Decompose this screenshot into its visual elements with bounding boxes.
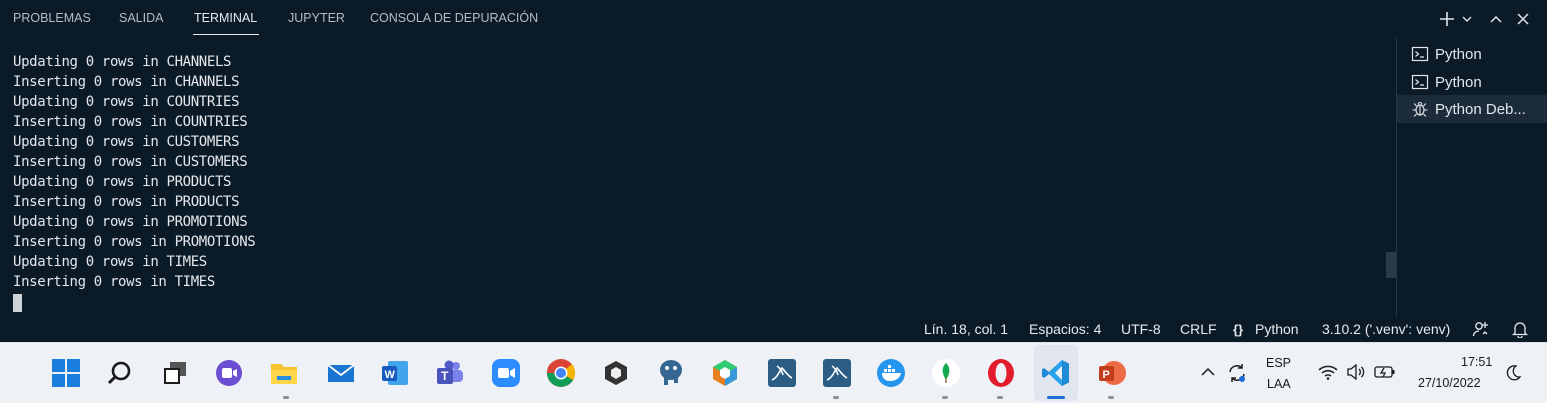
mail-icon[interactable] <box>325 357 357 389</box>
terminal-line: Inserting 0 rows in CHANNELS <box>13 74 240 90</box>
vscode-icon[interactable] <box>1040 357 1072 389</box>
chevron-up-icon[interactable] <box>1485 7 1507 31</box>
terminal-line: Inserting 0 rows in PRODUCTS <box>13 194 240 210</box>
terminal-line: Updating 0 rows in CHANNELS <box>13 54 232 70</box>
chevron-up-tray-icon[interactable] <box>1197 360 1219 384</box>
sync-icon[interactable] <box>1224 359 1250 387</box>
bell-icon[interactable] <box>1511 320 1529 341</box>
focus-assist-moon-icon[interactable] <box>1502 361 1524 385</box>
chrome-icon[interactable] <box>545 357 577 389</box>
svg-text:T: T <box>441 369 449 383</box>
tab-salida[interactable]: SALIDA <box>119 11 163 25</box>
postgresql-icon[interactable] <box>655 357 687 389</box>
tab-terminal[interactable]: TERMINAL <box>194 11 257 25</box>
terminal-list: Python Python Python Deb... <box>1397 38 1547 316</box>
clock-time[interactable]: 17:51 <box>1461 355 1492 369</box>
running-indicator <box>1108 396 1114 399</box>
terminal-output[interactable]: Updating 0 rows in CHANNELS Inserting 0 … <box>0 38 1386 316</box>
mongodb-icon[interactable] <box>930 357 962 389</box>
terminal-line: Updating 0 rows in TIMES <box>13 254 207 270</box>
taskbar: W T P ESP LAA 17:51 27/10/2022 <box>0 342 1547 403</box>
terminal-list-label: Python <box>1435 45 1482 63</box>
mysql-workbench-icon[interactable] <box>821 357 853 389</box>
terminal-line: Updating 0 rows in COUNTRIES <box>13 94 240 110</box>
terminal-line: Updating 0 rows in PRODUCTS <box>13 174 232 190</box>
language-code[interactable]: ESP <box>1266 356 1291 370</box>
status-language[interactable]: Python <box>1255 321 1299 337</box>
app-cube-icon[interactable] <box>709 357 741 389</box>
terminal-line: Updating 0 rows in CUSTOMERS <box>13 134 240 150</box>
zoom-icon[interactable] <box>490 357 522 389</box>
windows-start-icon[interactable] <box>50 357 82 389</box>
teams-icon[interactable]: T <box>434 357 466 389</box>
svg-text:W: W <box>385 369 396 381</box>
braces-icon: {} <box>1233 322 1244 337</box>
terminal-line: Inserting 0 rows in CUSTOMERS <box>13 154 248 170</box>
terminal-list-item[interactable]: Python <box>1397 40 1547 68</box>
status-indentation[interactable]: Espacios: 4 <box>1029 321 1101 337</box>
terminal-line: Inserting 0 rows in TIMES <box>13 274 215 290</box>
status-encoding[interactable]: UTF-8 <box>1121 321 1161 337</box>
svg-text:P: P <box>1103 369 1110 381</box>
tab-consola-depuracion[interactable]: CONSOLA DE DEPURACIÓN <box>370 11 538 25</box>
terminal-icon <box>1411 46 1429 62</box>
add-icon[interactable] <box>1436 7 1458 31</box>
opera-icon[interactable] <box>985 357 1017 389</box>
keyboard-layout[interactable]: LAA <box>1267 377 1291 391</box>
debug-icon <box>1412 101 1428 117</box>
terminal-list-label: Python <box>1435 73 1482 91</box>
status-eol[interactable]: CRLF <box>1180 321 1217 337</box>
wifi-icon[interactable] <box>1316 360 1340 384</box>
running-indicator <box>283 396 289 399</box>
status-bar: Lín. 18, col. 1 Espacios: 4 UTF-8 CRLF {… <box>0 316 1547 342</box>
terminal-list-item-selected[interactable]: Python Deb... <box>1397 95 1547 123</box>
file-explorer-icon[interactable] <box>268 357 300 389</box>
terminal-line: Updating 0 rows in PROMOTIONS <box>13 214 248 230</box>
chevron-down-icon[interactable] <box>1456 7 1478 31</box>
running-indicator <box>942 396 948 399</box>
terminal-list-label: Python Deb... <box>1435 100 1526 118</box>
feedback-icon[interactable] <box>1472 320 1490 341</box>
unity-icon[interactable] <box>600 357 632 389</box>
terminal-line: Inserting 0 rows in PROMOTIONS <box>13 234 256 250</box>
terminal-list-item[interactable]: Python <box>1397 68 1547 96</box>
mysql-workbench-icon[interactable] <box>766 357 798 389</box>
running-indicator-active <box>1047 396 1065 399</box>
powerpoint-icon[interactable]: P <box>1096 357 1128 389</box>
status-interpreter[interactable]: 3.10.2 ('.venv': venv) <box>1322 321 1450 337</box>
search-icon[interactable] <box>104 357 136 389</box>
battery-charging-icon[interactable] <box>1372 360 1398 384</box>
chat-icon[interactable] <box>213 357 245 389</box>
status-cursor-position[interactable]: Lín. 18, col. 1 <box>924 321 1008 337</box>
volume-icon[interactable] <box>1344 360 1368 384</box>
close-icon[interactable] <box>1512 7 1534 31</box>
active-tab-indicator <box>193 34 259 35</box>
clock-date[interactable]: 27/10/2022 <box>1418 376 1481 390</box>
running-indicator <box>997 396 1003 399</box>
task-view-icon[interactable] <box>159 357 191 389</box>
word-icon[interactable]: W <box>379 357 411 389</box>
vscode-panel-window: PROBLEMAS SALIDA TERMINAL JUPYTER CONSOL… <box>0 0 1547 403</box>
docker-icon[interactable] <box>875 357 907 389</box>
terminal-scrollbar[interactable] <box>1386 252 1396 278</box>
terminal-line: Inserting 0 rows in COUNTRIES <box>13 114 248 130</box>
terminal-cursor <box>13 294 22 312</box>
running-indicator <box>833 396 839 399</box>
tab-jupyter[interactable]: JUPYTER <box>288 11 345 25</box>
terminal-icon <box>1411 74 1429 90</box>
tab-problemas[interactable]: PROBLEMAS <box>13 11 91 25</box>
panel-tab-bar: PROBLEMAS SALIDA TERMINAL JUPYTER CONSOL… <box>0 0 1547 38</box>
